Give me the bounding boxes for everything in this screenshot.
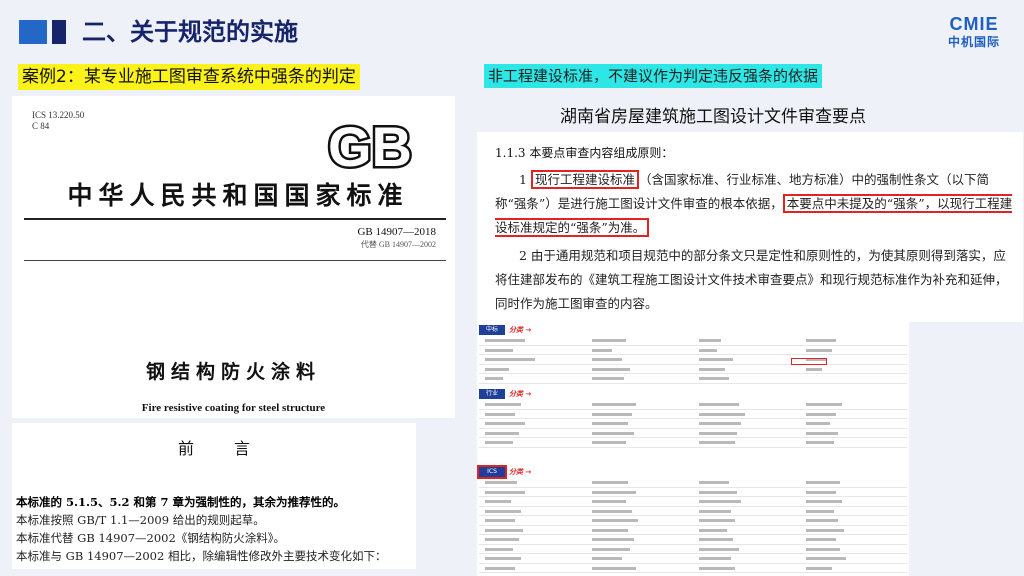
highlight-box-cell — [791, 358, 827, 365]
table-row — [479, 545, 907, 554]
standard-title-cn: 钢结构防火涂料 — [145, 361, 321, 383]
gb-standard-cover: ICS 13.220.50 C 84 GB 中华人民共和国国家标准 GB 149… — [12, 96, 455, 418]
page-title: 二、关于规范的实施 — [82, 18, 298, 46]
foreword-line: 本标准按照 GB/T 1.1—2009 给出的规则起草。 — [16, 513, 265, 527]
table-section: 中标 分类 → — [479, 324, 907, 384]
title-square-icon — [19, 20, 47, 44]
table-row — [479, 438, 907, 448]
logo-text-top: CMIE — [949, 14, 999, 34]
table-row — [479, 355, 907, 365]
table-row — [479, 400, 907, 410]
table-row — [479, 336, 907, 346]
standard-name: 中华人民共和国国家标准 — [67, 181, 409, 210]
table-row — [479, 554, 907, 564]
case-label: 案例2：某专业施工图审查系统中强条的判定 — [18, 64, 360, 90]
section-heading: 1.1.3 本要点审查内容组成原则： — [495, 146, 674, 160]
paragraph-2: 2 由于通用规范和项目规范中的部分条文只是定性和原则性的，为使其原则得到落实，应… — [495, 248, 1008, 311]
foreword-line: 本标准与 GB 14907—2002 相比，除编辑性修改外主要技术变化如下： — [16, 549, 387, 563]
table-category: 分类 → — [509, 390, 532, 398]
hunan-doc-excerpt: 1.1.3 本要点审查内容组成原则： 1 现行工程建设标准 （含国家标准、行业标准… — [477, 132, 1023, 322]
table-row — [479, 535, 907, 545]
gb-logo-icon: GB — [311, 118, 429, 172]
divider — [24, 260, 446, 261]
highlight-box-standard: 现行工程建设标准 — [530, 170, 639, 189]
table-row — [479, 374, 907, 384]
divider — [24, 218, 446, 220]
table-row — [479, 516, 907, 526]
standard-number: GB 14907—2018 — [357, 226, 436, 238]
table-tag[interactable]: ICS — [477, 465, 507, 479]
foreword-line: 本标准代替 GB 14907—2002《钢结构防火涂料》。 — [16, 531, 286, 545]
table-row — [479, 478, 907, 488]
logo-text-bottom: 中机国际 — [947, 35, 1000, 49]
review-system-table: 中标 分类 → 行业 分类 → ICS 分类 → — [477, 322, 909, 576]
replaces-number: 代替 GB 14907—2002 — [360, 240, 436, 249]
ics-code: ICS 13.220.50 C 84 — [32, 110, 85, 131]
table-category: 分类 → — [509, 326, 532, 334]
title-bar-icon — [52, 20, 66, 44]
table-row — [479, 526, 907, 535]
foreword-text: 本标准的 5.1.5、5.2 和第 7 章为强制性的，其余为推荐性的。 本标准按… — [16, 493, 386, 565]
paragraph-1: 1 现行工程建设标准 （含国家标准、行业标准、地方标准）中的强制性条文（以下简称“… — [495, 170, 1013, 237]
cmie-logo: CMIE 中机国际 — [936, 14, 1012, 54]
foreword-heading: 前言 — [177, 439, 290, 458]
standard-title-en: Fire resistive coating for steel structu… — [141, 402, 326, 414]
table-row — [479, 564, 907, 573]
gb-logo-text: GB — [328, 118, 412, 172]
table-tag[interactable]: 中标 — [479, 325, 505, 335]
table-section: ICS 分类 → — [477, 465, 907, 573]
table-row — [479, 365, 907, 374]
table-row — [479, 507, 907, 516]
foreword-page: 前言 本标准的 5.1.5、5.2 和第 7 章为强制性的，其余为推荐性的。 本… — [12, 423, 416, 569]
table-row — [479, 346, 907, 355]
hunan-doc-title: 湖南省房屋建筑施工图设计文件审查要点 — [560, 107, 866, 127]
note-label: 非工程建设标准，不建议作为判定违反强条的依据 — [484, 64, 823, 88]
foreword-line: 本标准的 5.1.5、5.2 和第 7 章为强制性的，其余为推荐性的。 — [16, 495, 346, 509]
table-category: 分类 → — [509, 468, 532, 476]
table-row — [479, 488, 907, 497]
table-row — [479, 410, 907, 419]
table-row — [479, 419, 907, 429]
table-row — [479, 429, 907, 438]
table-row — [479, 497, 907, 507]
table-tag[interactable]: 行业 — [479, 389, 505, 399]
table-section: 行业 分类 → — [479, 388, 907, 448]
